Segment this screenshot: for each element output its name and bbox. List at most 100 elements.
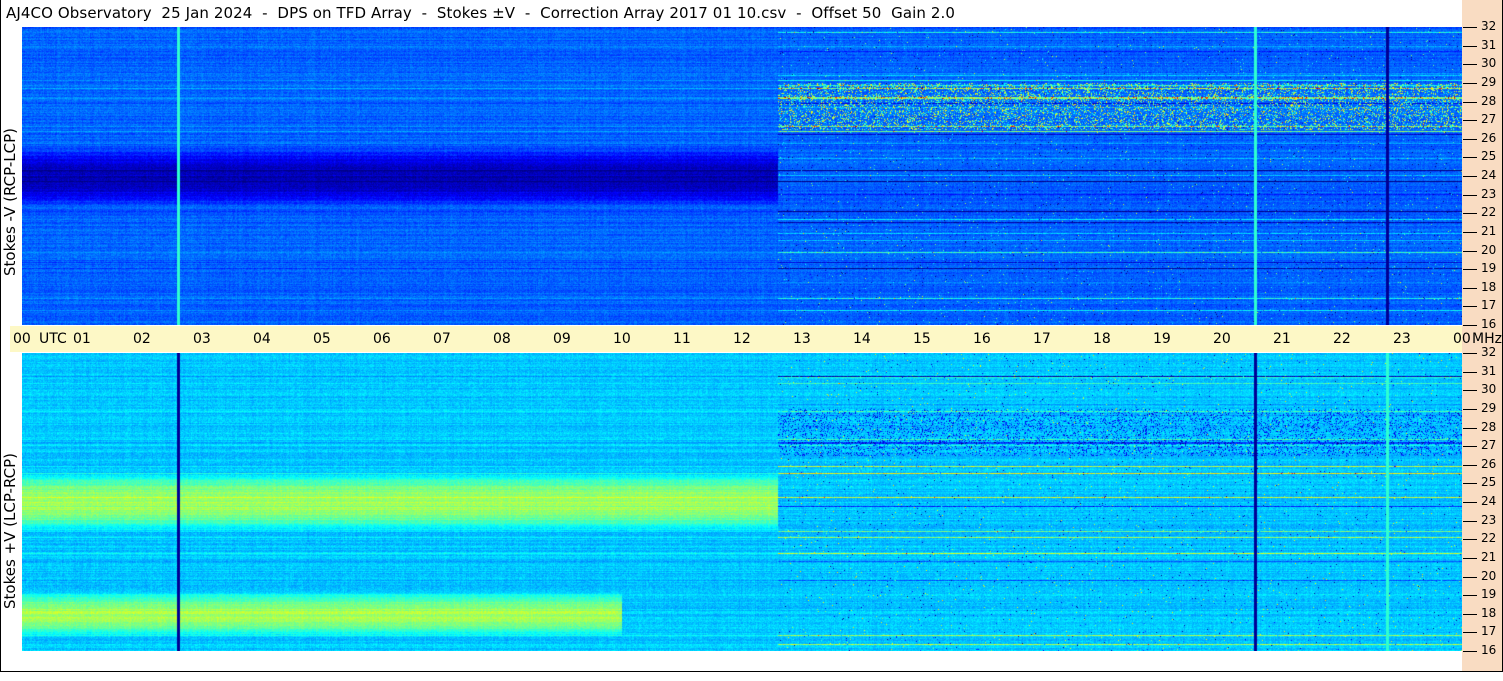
freq-tick-label: 20 [1481,568,1497,583]
time-tick-label: 17 [1033,331,1051,347]
freq-tick-label: 20 [1481,242,1497,257]
freq-tick-label: 19 [1481,587,1497,602]
freq-tick-label: 24 [1481,168,1497,182]
freq-tick-mark [1463,306,1477,308]
time-tick-label: 23 [1393,331,1411,347]
freq-tick-mark [1463,595,1477,597]
freq-tick-label: 30 [1481,382,1497,397]
outer-border-left [0,0,1,672]
bottom-panel-label: Stokes +V (LCP-RCP) [1,453,19,609]
freq-tick-label: 23 [1481,186,1497,201]
freq-tick-label: 18 [1481,279,1497,294]
freq-tick-mark [1463,651,1477,652]
freq-tick-mark [1463,427,1477,429]
time-tick-label: 01 [73,331,91,347]
title-bar: AJ4CO Observatory 25 Jan 2024 - DPS on T… [0,0,1462,26]
freq-tick-label: 30 [1481,56,1497,71]
freq-tick-label: 29 [1481,400,1497,415]
freq-tick-mark [1463,120,1477,122]
freq-tick-mark [1463,390,1477,392]
top-panel-label: Stokes -V (RCP-LCP) [1,128,19,276]
time-unit-label: UTC [39,331,67,347]
time-tick-label: 21 [1273,331,1291,347]
freq-tick-mark [1463,408,1477,410]
time-tick-label: 16 [973,331,991,347]
time-tick-label: 03 [193,331,211,347]
time-tick-label: 00 [13,331,31,347]
freq-tick-mark [1463,138,1477,140]
freq-tick-label: 31 [1481,37,1497,52]
freq-tick-label: 19 [1481,261,1497,276]
time-tick-label: 15 [913,331,931,347]
freq-tick-label: 32 [1481,19,1497,33]
freq-tick-mark [1463,157,1477,159]
spectrogram-stokes-plus-v [22,353,1462,651]
time-tick-label: 12 [733,331,751,347]
time-tick-label: 10 [613,331,631,347]
time-tick-label: 04 [253,331,271,347]
freq-tick-mark [1463,483,1477,485]
freq-tick-mark [1463,632,1477,634]
freq-tick-label: 17 [1481,624,1497,639]
freq-tick-label: 18 [1481,605,1497,620]
freq-tick-label: 17 [1481,298,1497,313]
freq-tick-mark [1463,464,1477,466]
time-tick-label: 20 [1213,331,1231,347]
freq-tick-mark [1463,557,1477,559]
freq-tick-label: 24 [1481,494,1497,508]
freq-tick-label: 26 [1481,130,1497,145]
freq-tick-label: 26 [1481,456,1497,471]
freq-tick-label: 27 [1481,438,1497,453]
freq-tick-label: 21 [1481,223,1497,238]
freq-tick-mark [1463,45,1477,47]
freq-tick-mark [1463,213,1477,215]
freq-tick-label: 28 [1481,93,1497,108]
freq-tick-mark [1463,520,1477,522]
freq-tick-mark [1463,101,1477,103]
freq-tick-label: 29 [1481,74,1497,89]
freq-tick-mark [1463,269,1477,271]
freq-tick-mark [1463,27,1477,28]
freq-tick-label: 25 [1481,475,1497,490]
freq-tick-label: 31 [1481,363,1497,378]
spectrogram-stokes-minus-v [22,27,1462,325]
freq-tick-mark [1463,446,1477,448]
time-tick-label: 19 [1153,331,1171,347]
time-tick-label: 00 [1453,331,1471,347]
freq-tick-label: 16 [1481,317,1497,331]
time-tick-label: 05 [313,331,331,347]
freq-tick-mark [1463,325,1477,326]
time-tick-label: 09 [553,331,571,347]
freq-tick-mark [1463,82,1477,84]
time-tick-label: 18 [1093,331,1111,347]
freq-tick-label: 16 [1481,643,1497,657]
freq-tick-label: 27 [1481,112,1497,127]
freq-tick-label: 23 [1481,512,1497,527]
freq-tick-mark [1463,64,1477,66]
freq-tick-mark [1463,613,1477,615]
freq-tick-mark [1463,576,1477,578]
freq-tick-mark [1463,539,1477,541]
time-tick-label: 02 [133,331,151,347]
freq-tick-mark [1463,250,1477,252]
time-tick-label: 11 [673,331,691,347]
freq-tick-mark [1463,502,1477,503]
time-tick-label: 06 [373,331,391,347]
freq-tick-mark [1463,353,1477,354]
time-tick-label: 07 [433,331,451,347]
freq-tick-label: 32 [1481,345,1497,359]
time-tick-label: 08 [493,331,511,347]
freq-tick-mark [1463,176,1477,177]
freq-tick-label: 25 [1481,149,1497,164]
time-tick-label: 14 [853,331,871,347]
freq-tick-mark [1463,371,1477,373]
chart-title: AJ4CO Observatory 25 Jan 2024 - DPS on T… [6,4,956,22]
freq-tick-label: 22 [1481,205,1497,220]
time-tick-label: 22 [1333,331,1351,347]
freq-tick-mark [1463,231,1477,233]
freq-tick-label: 21 [1481,549,1497,564]
freq-tick-label: 28 [1481,419,1497,434]
freq-tick-mark [1463,287,1477,289]
time-tick-label: 13 [793,331,811,347]
freq-tick-label: 22 [1481,531,1497,546]
